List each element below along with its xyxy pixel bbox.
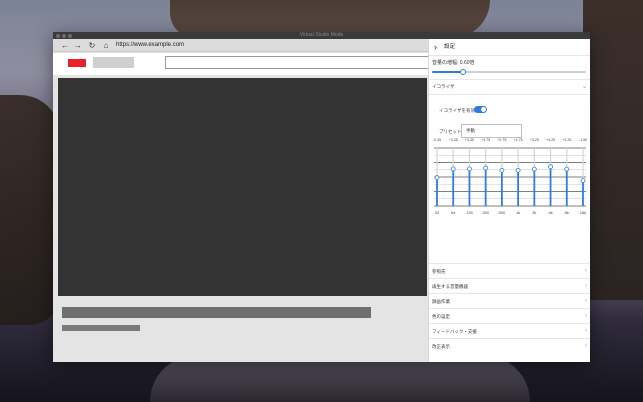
eq-frequency-label: 8k	[565, 210, 569, 215]
chevron-right-icon: ›	[585, 298, 587, 304]
settings-list-item[interactable]: 再生する音量機器 ›	[429, 278, 590, 293]
eq-band-bar[interactable]	[500, 170, 503, 206]
video-player[interactable]	[58, 78, 427, 296]
equalizer-toggle[interactable]	[474, 106, 487, 113]
back-arrow-icon[interactable]: ←	[59, 40, 71, 51]
equalizer-section-header[interactable]: イコライザ ⌄	[429, 80, 590, 94]
settings-list-item-label: 参照先	[432, 269, 446, 274]
eq-frequency-label: 250	[482, 210, 489, 215]
chevron-down-icon: ⌄	[581, 84, 587, 90]
volume-slider-thumb[interactable]	[460, 68, 466, 75]
eq-frequency-label: 64	[451, 210, 456, 215]
title-bar: Virtual Studio Mode	[53, 32, 590, 39]
preset-label: プリセット	[439, 129, 462, 134]
eq-band-knob[interactable]	[434, 175, 440, 181]
browser-view: ← → ↻ ⌂ https://www.example.com	[53, 39, 428, 362]
eq-value-label: -0.25	[433, 138, 441, 142]
chevron-right-icon: ›	[585, 328, 587, 334]
eq-frequency-label: 125	[466, 210, 473, 215]
browser-toolbar: ← → ↻ ⌂ https://www.example.com	[53, 39, 428, 52]
settings-panel: › 設定 音量の増幅: 0.60倍 イコライザ ⌄ イコライザを有効化 プリセッ…	[428, 39, 590, 362]
eq-band-bar[interactable]	[484, 167, 487, 206]
eq-band-bar[interactable]	[452, 168, 455, 206]
page-header	[53, 53, 428, 75]
site-logo[interactable]	[68, 59, 86, 67]
eq-band-knob[interactable]	[467, 166, 472, 172]
settings-list-item-label: フィードバック・支援	[432, 329, 477, 334]
settings-list-item[interactable]: 参照先 ›	[429, 263, 590, 278]
settings-list-item[interactable]: 色の設定 ›	[429, 308, 590, 323]
eq-band-knob[interactable]	[548, 164, 553, 170]
eq-band-knob[interactable]	[580, 178, 586, 184]
eq-value-label: -1.50	[579, 138, 587, 142]
eq-frequency-label: 1k	[516, 210, 520, 215]
chevron-right-icon: ›	[585, 313, 587, 319]
preset-select[interactable]: 手動	[461, 124, 522, 138]
eq-value-label: +3.25	[562, 138, 571, 142]
window-title: Virtual Studio Mode	[299, 32, 344, 38]
forward-arrow-icon[interactable]: →	[72, 40, 84, 51]
site-search-input[interactable]	[165, 56, 428, 69]
eq-band-knob[interactable]	[515, 167, 521, 173]
desktop-mountain	[583, 0, 643, 300]
eq-value-label: +3.35	[449, 138, 458, 142]
settings-list-item[interactable]: フィードバック・支援 ›	[429, 323, 590, 338]
reload-icon[interactable]: ↻	[86, 40, 98, 51]
chevron-right-icon: ›	[585, 343, 587, 349]
eq-frequency-label: 500	[499, 210, 506, 215]
site-nav-placeholder[interactable]	[93, 57, 134, 68]
eq-band-bar[interactable]	[468, 168, 471, 206]
eq-value-label: +3.25	[530, 138, 539, 142]
settings-list-item-label: 色の設定	[432, 314, 450, 319]
eq-band-bar[interactable]	[517, 170, 520, 206]
video-title-placeholder	[62, 307, 371, 318]
toggle-knob	[481, 107, 486, 112]
chevron-right-icon: ›	[585, 283, 587, 289]
eq-value-label: +3.75	[481, 138, 490, 142]
video-meta-placeholder	[62, 325, 140, 331]
app-window: Virtual Studio Mode ← → ↻ ⌂ https://www.…	[53, 32, 590, 362]
settings-list-item[interactable]: 録画作業 ›	[429, 293, 590, 308]
chevron-right-icon: ›	[585, 268, 587, 274]
volume-slider-fill	[432, 71, 463, 73]
desktop-rocks	[150, 355, 530, 402]
divider	[429, 55, 590, 56]
eq-value-label: +4.25	[546, 138, 555, 142]
eq-value-label: +2.75	[497, 138, 506, 142]
volume-label: 音量の増幅: 0.60倍	[432, 60, 475, 66]
eq-frequency-label: 32	[435, 210, 440, 215]
divider	[429, 94, 590, 95]
equalizer-chart: -0.25 32 +3.35 64 +3.35 125 +3.75 250 +2.75 500 +2…	[433, 138, 587, 215]
chevron-right-icon[interactable]: ›	[434, 41, 444, 53]
eq-frequency-label: 2k	[532, 210, 536, 215]
eq-band-bar[interactable]	[582, 180, 584, 206]
eq-band-knob[interactable]	[450, 166, 456, 172]
eq-value-label: +2.75	[514, 138, 523, 142]
eq-band-bar[interactable]	[533, 169, 536, 206]
eq-band-bar[interactable]	[565, 169, 568, 206]
eq-band-bar[interactable]	[549, 166, 552, 206]
equalizer-section-label: イコライザ	[432, 84, 455, 89]
eq-value-label: +3.35	[465, 138, 474, 142]
eq-band-knob[interactable]	[564, 166, 570, 172]
desktop-mountain	[0, 95, 60, 325]
settings-list-item[interactable]: 改正表示 ›	[429, 338, 590, 353]
panel-header: › 設定	[429, 39, 590, 55]
eq-band-bar[interactable]	[436, 177, 438, 206]
eq-band-knob[interactable]	[499, 167, 505, 173]
eq-band-knob[interactable]	[531, 166, 537, 172]
settings-list-item-label: 改正表示	[432, 344, 450, 349]
volume-slider[interactable]	[432, 68, 586, 75]
url-bar[interactable]: https://www.example.com	[116, 39, 184, 52]
eq-frequency-label: 4k	[548, 210, 552, 215]
settings-list-item-label: 再生する音量機器	[432, 284, 468, 289]
eq-frequency-label: 16k	[580, 210, 586, 215]
panel-title: 設定	[444, 44, 456, 50]
home-icon[interactable]: ⌂	[100, 40, 112, 51]
settings-list-item-label: 録画作業	[432, 299, 450, 304]
eq-band-knob[interactable]	[483, 165, 489, 171]
